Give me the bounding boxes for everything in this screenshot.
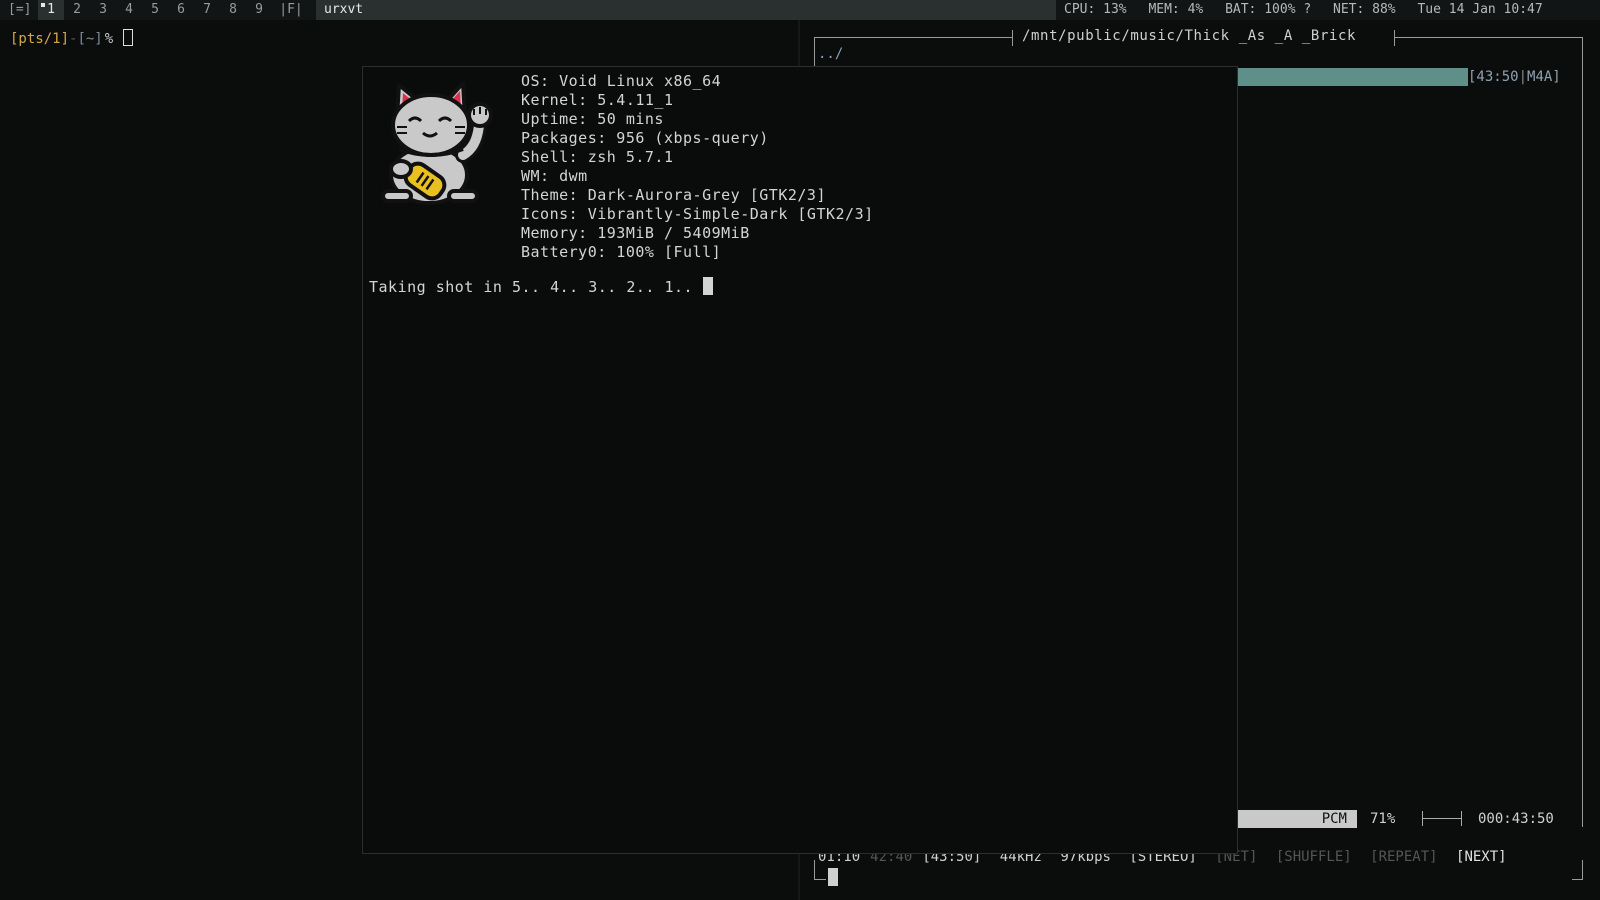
floating-indicator: |F| — [279, 2, 303, 17]
shell-prompt: [pts/1]-[~]% — [10, 29, 134, 47]
tag-2[interactable]: 2 — [64, 0, 90, 20]
tag-separator: | — [1518, 69, 1528, 85]
info-wm: WM: dwm — [521, 167, 588, 185]
countdown-line: Taking shot in 5.. 4.. 3.. 2.. 1.. — [369, 277, 714, 297]
track-tags: [43:50|M4A] — [1468, 67, 1561, 87]
prompt-tty: [pts/1] — [10, 31, 70, 47]
system-info: OS: Void Linux x86_64 Kernel: 5.4.11_1 U… — [521, 72, 874, 262]
info-battery: Battery0: 100% [Full] — [521, 243, 722, 261]
shuffle-toggle[interactable]: [SHUFFLE] — [1276, 849, 1352, 865]
track-duration: [43:50 — [1468, 69, 1519, 85]
terminal-cursor — [703, 277, 714, 295]
cpu-status: CPU: 13% — [1064, 2, 1127, 17]
battery-status: BAT: 100% ? — [1225, 2, 1312, 17]
volume-range-line — [1422, 811, 1462, 826]
terminal-cursor — [123, 29, 134, 46]
info-shell: Shell: zsh 5.7.1 — [521, 148, 674, 166]
tag-6[interactable]: 6 — [168, 0, 194, 20]
parent-directory-entry[interactable]: ../ — [818, 46, 843, 62]
tag-8[interactable]: 8 — [220, 0, 246, 20]
box-title-tick-left — [1012, 30, 1013, 46]
info-icons: Icons: Vibrantly-Simple-Dark [GTK2/3] — [521, 205, 874, 223]
mem-status: MEM: 4% — [1148, 2, 1204, 17]
info-uptime: Uptime: 50 mins — [521, 110, 664, 128]
box-bottom-right — [1572, 879, 1583, 880]
tag-7[interactable]: 7 — [194, 0, 220, 20]
prompt-symbol: % — [104, 31, 114, 47]
box-bottom-left-tick — [814, 860, 815, 880]
volume-bar[interactable]: PCM — [1237, 810, 1357, 828]
info-os: OS: Void Linux x86_64 — [521, 72, 722, 90]
volume-percent: 71% — [1370, 811, 1396, 827]
total-time: 000:43:50 — [1478, 811, 1554, 827]
track-progress-bar[interactable] — [1238, 68, 1468, 86]
info-memory: Memory: 193MiB / 5409MiB — [521, 224, 750, 242]
maneki-neko-cat-icon — [381, 81, 493, 205]
box-top-right — [1394, 37, 1582, 38]
box-title-tick-right — [1394, 30, 1395, 46]
tag-4[interactable]: 4 — [116, 0, 142, 20]
window-title[interactable]: urxvt — [316, 0, 1056, 20]
layout-indicator[interactable]: [=] — [0, 0, 38, 20]
box-top-left — [814, 37, 1012, 38]
prompt-dir: [~] — [77, 31, 103, 47]
floating-terminal-window[interactable]: OS: Void Linux x86_64 Kernel: 5.4.11_1 U… — [362, 66, 1238, 854]
box-bottom-right-tick — [1582, 860, 1583, 880]
next-toggle[interactable]: [NEXT] — [1456, 849, 1507, 865]
clock: Tue 14 Jan 10:47 — [1417, 2, 1543, 17]
repeat-toggle[interactable]: [REPEAT] — [1370, 849, 1437, 865]
box-right-edge — [1582, 37, 1583, 827]
tag-3[interactable]: 3 — [90, 0, 116, 20]
box-left-edge — [814, 37, 815, 67]
tag-1[interactable]: 1 — [38, 0, 64, 20]
command-cursor — [828, 868, 838, 886]
countdown-text: Taking shot in 5.. 4.. 3.. 2.. 1.. — [369, 278, 694, 296]
status-bar: [=] 1 2 3 4 5 6 7 8 9 |F| urxvt CPU: 13%… — [0, 0, 1600, 20]
tag-5[interactable]: 5 — [142, 0, 168, 20]
track-format: M4A] — [1527, 69, 1561, 85]
tag-9[interactable]: 9 — [246, 0, 272, 20]
system-status: CPU: 13% MEM: 4% BAT: 100% ? NET: 88% Tu… — [1056, 0, 1600, 20]
box-bottom-left — [814, 879, 826, 880]
info-packages: Packages: 956 (xbps-query) — [521, 129, 769, 147]
directory-path: /mnt/public/music/Thick _As _A _Brick — [1018, 27, 1361, 45]
info-theme: Theme: Dark-Aurora-Grey [GTK2/3] — [521, 186, 826, 204]
info-kernel: Kernel: 5.4.11_1 — [521, 91, 674, 109]
net-status: NET: 88% — [1333, 2, 1396, 17]
